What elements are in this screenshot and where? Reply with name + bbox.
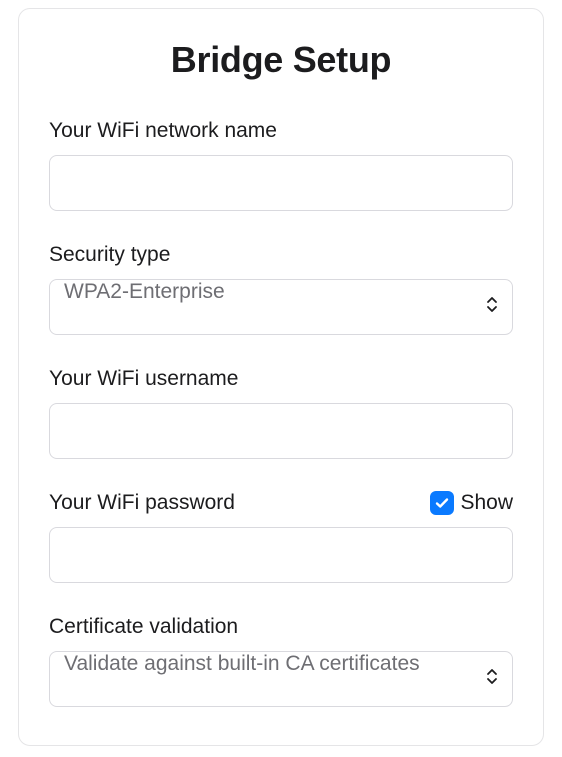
wifi-password-label: Your WiFi password — [49, 491, 235, 515]
wifi-username-label: Your WiFi username — [49, 367, 238, 391]
show-password-checkbox[interactable] — [430, 491, 454, 515]
wifi-name-input[interactable] — [49, 155, 513, 211]
wifi-password-input[interactable] — [49, 527, 513, 583]
wifi-password-field: Your WiFi password Show — [49, 491, 513, 583]
show-password-group: Show — [430, 491, 513, 515]
wifi-username-input[interactable] — [49, 403, 513, 459]
certificate-validation-select[interactable]: Validate against built-in CA certificate… — [49, 651, 513, 707]
wifi-username-field: Your WiFi username — [49, 367, 513, 459]
certificate-validation-field: Certificate validation Validate against … — [49, 615, 513, 707]
certificate-validation-label: Certificate validation — [49, 615, 238, 639]
page-title: Bridge Setup — [49, 39, 513, 81]
security-type-field: Security type WPA2-Enterprise — [49, 243, 513, 335]
security-type-select[interactable]: WPA2-Enterprise — [49, 279, 513, 335]
check-icon — [434, 495, 450, 511]
security-type-label: Security type — [49, 243, 170, 267]
show-password-label: Show — [460, 491, 513, 515]
wifi-name-field: Your WiFi network name — [49, 119, 513, 211]
wifi-name-label: Your WiFi network name — [49, 119, 277, 143]
setup-card: Bridge Setup Your WiFi network name Secu… — [18, 8, 544, 746]
